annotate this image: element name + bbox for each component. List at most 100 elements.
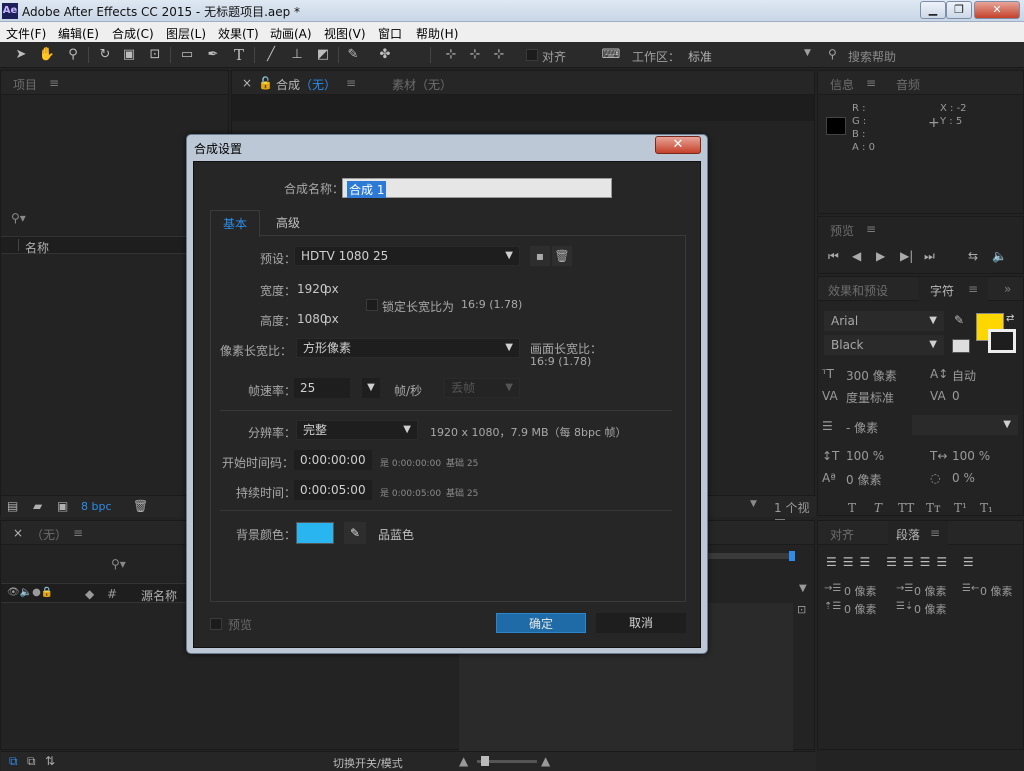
- eraser-tool-icon[interactable]: ◩: [314, 46, 332, 64]
- selection-tool-icon[interactable]: ➤: [12, 46, 30, 64]
- last-frame-icon[interactable]: ⏭: [924, 249, 935, 264]
- horizontal-scale-value[interactable]: 100 %: [952, 449, 990, 463]
- dialog-close-button[interactable]: ✕: [655, 136, 701, 154]
- comp-marker-icon[interactable]: ▼: [799, 583, 807, 594]
- paragraph-align-icons[interactable]: ☰☰☰ ☰☰☰☰ ☰: [826, 555, 980, 569]
- all-caps-button[interactable]: TT: [898, 501, 914, 515]
- indent-left-value[interactable]: 0 像素: [844, 583, 877, 599]
- camera-tool-icon[interactable]: ▣: [120, 46, 138, 64]
- fps-input[interactable]: 25: [294, 378, 350, 398]
- clone-stamp-tool-icon[interactable]: ⊥: [288, 46, 306, 64]
- stroke-mode-select[interactable]: ▼: [912, 415, 1018, 435]
- loop-icon[interactable]: ⇆: [968, 249, 978, 263]
- project-search-icon[interactable]: ⚲▾: [11, 211, 26, 225]
- lock-icon[interactable]: 🔓: [258, 76, 273, 90]
- time-navigator-end-handle[interactable]: [789, 551, 795, 561]
- tab-footage[interactable]: 素材（无）: [392, 76, 452, 93]
- zoom-slider-handle[interactable]: [481, 756, 489, 766]
- new-comp-icon[interactable]: ▣: [57, 499, 68, 513]
- brush-tool-icon[interactable]: ╱: [262, 46, 280, 64]
- faux-italic-button[interactable]: T: [874, 501, 882, 515]
- ok-button[interactable]: 确定: [496, 613, 586, 633]
- axis-local-icon[interactable]: ⊹: [442, 46, 460, 64]
- menu-composition[interactable]: 合成(C): [112, 25, 154, 42]
- menu-view[interactable]: 视图(V): [324, 25, 366, 42]
- tab-align[interactable]: 对齐: [830, 526, 854, 543]
- column-name[interactable]: 名称: [25, 239, 49, 256]
- rotate-tool-icon[interactable]: ↻: [96, 46, 114, 64]
- expand-time-controls-icon[interactable]: ⇅: [45, 754, 55, 768]
- bg-eyedropper-icon[interactable]: ✎: [344, 522, 366, 544]
- start-timecode-input[interactable]: 0:00:00:00: [294, 450, 372, 470]
- tab-effects-presets[interactable]: 效果和预设: [828, 282, 888, 299]
- prev-frame-icon[interactable]: ◀: [852, 249, 861, 263]
- first-frame-icon[interactable]: ⏮: [828, 249, 839, 264]
- leading-value[interactable]: 自动: [952, 367, 976, 384]
- type-tool-icon[interactable]: T: [230, 46, 248, 64]
- interpret-footage-icon[interactable]: ▤: [7, 499, 18, 513]
- menu-file[interactable]: 文件(F): [6, 25, 46, 42]
- close-tab-icon[interactable]: ×: [242, 76, 252, 90]
- preview-checkbox[interactable]: [210, 618, 222, 630]
- menu-edit[interactable]: 编辑(E): [58, 25, 99, 42]
- font-style-select[interactable]: Black ▼: [824, 335, 944, 355]
- lock-aspect-checkbox[interactable]: [366, 299, 378, 311]
- column-source-name[interactable]: 源名称: [141, 587, 177, 604]
- panel-menu-icon[interactable]: ≡: [49, 76, 59, 90]
- timeline-search-icon[interactable]: ⚲▾: [111, 557, 126, 571]
- menu-window[interactable]: 窗口: [378, 25, 402, 42]
- workspace-select[interactable]: 标准: [688, 48, 712, 65]
- tab-basic[interactable]: 基本: [210, 210, 260, 237]
- close-window-button[interactable]: ✕: [974, 1, 1020, 19]
- views-dropdown-icon[interactable]: ▼: [750, 499, 757, 509]
- tab-info[interactable]: 信息: [830, 76, 854, 93]
- comp-button-icon[interactable]: ⊡: [797, 603, 806, 616]
- indent-right-value[interactable]: 0 像素: [980, 583, 1013, 599]
- delete-preset-icon[interactable]: 🗑: [552, 246, 572, 266]
- audio-icon[interactable]: 🔈: [992, 249, 1007, 263]
- workspace-dropdown-icon[interactable]: ▼: [804, 48, 811, 58]
- small-caps-button[interactable]: Tт: [926, 501, 941, 515]
- subscript-button[interactable]: T₁: [980, 501, 993, 515]
- stroke-color-swatch[interactable]: [988, 329, 1016, 353]
- hand-tool-icon[interactable]: ✋: [38, 46, 56, 64]
- font-size-value[interactable]: 300 像素: [846, 367, 897, 384]
- menu-layer[interactable]: 图层(L): [166, 25, 206, 42]
- bpc-toggle[interactable]: 8 bpc: [81, 500, 112, 513]
- restore-button[interactable]: ❐: [946, 1, 972, 19]
- space-after-value[interactable]: 0 像素: [914, 601, 947, 617]
- info-panel-menu-icon[interactable]: ≡: [866, 76, 876, 90]
- expand-transfer-controls-icon[interactable]: ⧉: [27, 754, 36, 769]
- align-checkbox[interactable]: [526, 49, 538, 61]
- superscript-button[interactable]: T¹: [954, 501, 967, 515]
- faux-bold-button[interactable]: T: [848, 501, 856, 515]
- pen-tool-icon[interactable]: ✒: [204, 46, 222, 64]
- tab-composition[interactable]: 合成（无）: [276, 76, 336, 93]
- menu-animation[interactable]: 动画(A): [270, 25, 312, 42]
- eyedropper-icon[interactable]: ✎: [954, 313, 964, 327]
- rectangle-tool-icon[interactable]: ▭: [178, 46, 196, 64]
- indent-first-value[interactable]: 0 像素: [914, 583, 947, 599]
- para-panel-menu-icon[interactable]: ≡: [930, 526, 940, 540]
- puppet-tool-icon[interactable]: ✤: [376, 46, 394, 64]
- minimize-button[interactable]: ▁: [920, 1, 946, 19]
- axis-view-icon[interactable]: ⊹: [490, 46, 508, 64]
- search-help-input[interactable]: 搜索帮助: [848, 48, 896, 65]
- stroke-width-value[interactable]: - 像素: [846, 419, 878, 436]
- comp-name-input[interactable]: 合成 1: [342, 178, 612, 198]
- fps-dropdown-icon[interactable]: ▼: [362, 378, 380, 398]
- width-value[interactable]: 1920: [297, 282, 328, 296]
- panel-overflow-icon[interactable]: »: [1004, 282, 1011, 296]
- trash-icon[interactable]: 🗑: [133, 499, 148, 513]
- preview-panel-menu-icon[interactable]: ≡: [866, 222, 876, 236]
- height-value[interactable]: 1080: [297, 312, 328, 326]
- tab-preview[interactable]: 预览: [830, 222, 854, 239]
- char-panel-menu-icon[interactable]: ≡: [968, 282, 978, 296]
- baseline-shift-value[interactable]: 0 像素: [846, 471, 881, 488]
- expand-layer-switches-icon[interactable]: ⧉: [9, 754, 18, 769]
- zoom-tool-icon[interactable]: ⚲: [64, 46, 82, 64]
- save-preset-icon[interactable]: ▪: [530, 246, 550, 266]
- new-folder-icon[interactable]: ▰: [33, 499, 42, 513]
- no-fill-icon[interactable]: [952, 339, 970, 353]
- vertical-scale-value[interactable]: 100 %: [846, 449, 884, 463]
